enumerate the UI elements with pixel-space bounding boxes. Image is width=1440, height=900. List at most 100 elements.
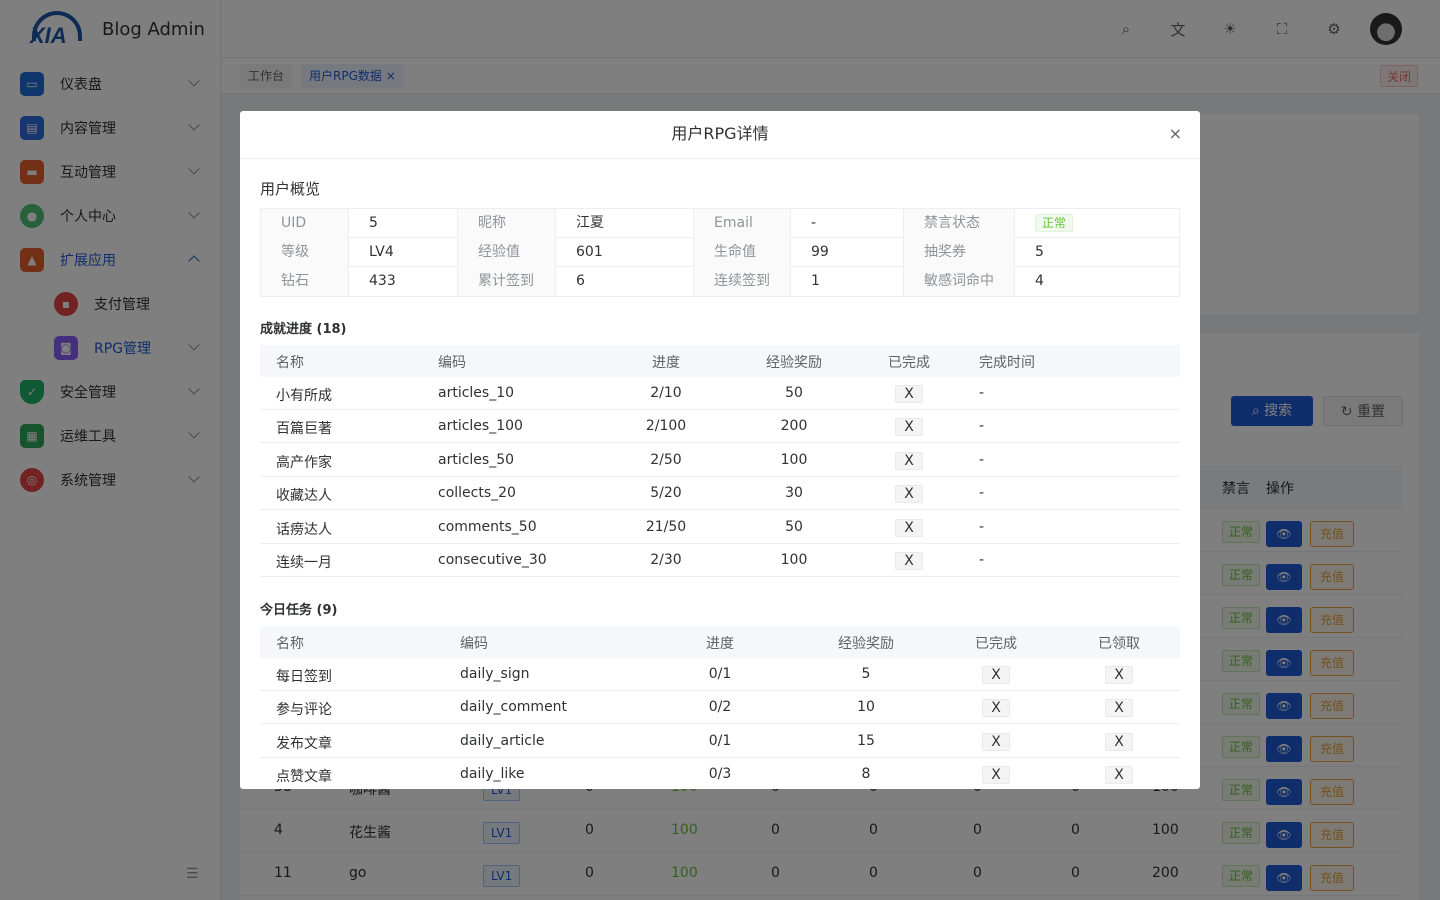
- cell-time: -: [979, 518, 985, 535]
- completed-badge: X: [982, 699, 1010, 718]
- cell-time: -: [979, 451, 985, 468]
- desc-value: 正常: [1015, 209, 1179, 238]
- column-header: 进度: [706, 636, 734, 652]
- table-row[interactable]: 发布文章 daily_article 0/1 15 X X: [260, 725, 1180, 758]
- table-row[interactable]: 点赞文章 daily_like 0/3 8 X X: [260, 758, 1180, 789]
- cell-code: articles_10: [438, 385, 515, 401]
- desc-value: 6: [556, 267, 694, 296]
- table-row[interactable]: 小有所成 articles_10 2/10 50 X -: [260, 377, 1180, 410]
- desc-label: 钻石: [261, 267, 349, 296]
- column-header: 已领取: [1098, 636, 1140, 652]
- cell-progress: 5/20: [650, 485, 682, 502]
- cell-exp: 30: [785, 485, 803, 502]
- table-row[interactable]: 每日签到 daily_sign 0/1 5 X X: [260, 658, 1180, 691]
- completed-badge: X: [982, 666, 1010, 684]
- cell-code: daily_sign: [460, 666, 530, 682]
- cell-progress: 2/10: [650, 385, 682, 401]
- cell-exp: 100: [780, 451, 808, 468]
- cell-code: articles_50: [438, 451, 515, 468]
- desc-label: 经验值: [458, 238, 556, 267]
- rpg-detail-dialog: 用户RPG详情 × 用户概览 UID 5 昵称 江夏 Email - 禁言状态 …: [240, 111, 1200, 789]
- desc-label: 抽奖券: [904, 238, 1015, 267]
- dialog-header: 用户RPG详情 ×: [240, 111, 1200, 159]
- cell-time: -: [979, 552, 985, 568]
- cell-name: 收藏达人: [276, 488, 332, 505]
- cell-progress: 2/50: [650, 451, 682, 468]
- cell-exp: 10: [857, 699, 875, 716]
- table-row[interactable]: 收藏达人 collects_20 5/20 30 X -: [260, 477, 1180, 511]
- cell-exp: 50: [785, 518, 803, 535]
- cell-name: 百篇巨著: [276, 421, 332, 438]
- cell-progress: 21/50: [645, 518, 687, 535]
- desc-label: 连续签到: [694, 267, 791, 296]
- cell-progress: 0/1: [708, 666, 732, 682]
- close-icon[interactable]: ×: [1169, 111, 1182, 157]
- overview-title: 用户概览: [260, 180, 321, 198]
- desc-value: 江夏: [556, 209, 694, 238]
- cell-time: -: [979, 485, 985, 502]
- desc-label: 禁言状态: [904, 209, 1015, 238]
- column-header: 完成时间: [979, 355, 1035, 371]
- column-header: 经验奖励: [838, 636, 894, 652]
- column-header: 已完成: [888, 355, 930, 371]
- cell-code: consecutive_30: [438, 552, 547, 568]
- completed-badge: X: [895, 552, 923, 570]
- cell-exp: 200: [780, 418, 808, 435]
- cell-time: -: [979, 385, 985, 401]
- column-header: 编码: [438, 355, 466, 371]
- desc-label: 敏感词命中: [904, 267, 1015, 296]
- desc-label: 昵称: [458, 209, 556, 238]
- cell-progress: 2/30: [650, 552, 682, 568]
- cell-name: 发布文章: [276, 735, 332, 752]
- completed-badge: X: [982, 766, 1010, 785]
- table-row[interactable]: 话痨达人 comments_50 21/50 50 X -: [260, 511, 1180, 544]
- claimed-badge: X: [1105, 699, 1133, 718]
- completed-badge: X: [982, 732, 1010, 751]
- cell-code: comments_50: [438, 518, 537, 535]
- cell-exp: 8: [861, 766, 871, 783]
- desc-value: 433: [349, 267, 458, 296]
- cell-name: 点赞文章: [276, 769, 332, 786]
- cell-time: -: [979, 418, 985, 435]
- desc-value: 5: [349, 209, 458, 238]
- cell-code: daily_article: [460, 732, 545, 749]
- desc-label: UID: [261, 209, 349, 238]
- overview-descriptions: UID 5 昵称 江夏 Email - 禁言状态 正常 等级 LV4 经验值 6…: [260, 208, 1180, 297]
- claimed-badge: X: [1105, 766, 1133, 785]
- column-header: 进度: [652, 355, 680, 371]
- cell-name: 高产作家: [276, 454, 332, 471]
- claimed-badge: X: [1105, 732, 1133, 751]
- column-header: 已完成: [975, 636, 1017, 652]
- desc-value: 4: [1035, 273, 1044, 289]
- desc-value: 5: [1035, 244, 1044, 260]
- desc-label: 等级: [261, 238, 349, 267]
- cell-code: daily_comment: [460, 699, 568, 716]
- cell-progress: 0/3: [708, 766, 732, 783]
- table-row[interactable]: 高产作家 articles_50 2/50 100 X -: [260, 444, 1180, 477]
- status-badge: 正常: [1035, 214, 1074, 232]
- table-row[interactable]: 参与评论 daily_comment 0/2 10 X X: [260, 691, 1180, 725]
- column-header: 名称: [276, 636, 304, 652]
- cell-code: articles_100: [438, 418, 523, 435]
- cell-name: 话痨达人: [276, 521, 332, 538]
- desc-row: 等级 LV4 经验值 601 生命值 99 抽奖券 5: [261, 238, 1179, 267]
- achievements-title: 成就进度 (18): [260, 322, 347, 337]
- cell-exp: 50: [785, 385, 803, 401]
- table-header: 名称 编码 进度 经验奖励 已完成 已领取: [260, 626, 1180, 658]
- desc-row: 钻石 433 累计签到 6 连续签到 1 敏感词命中 4: [261, 267, 1179, 296]
- desc-label: 生命值: [694, 238, 791, 267]
- column-header: 名称: [276, 355, 304, 371]
- cell-name: 每日签到: [276, 669, 332, 685]
- dialog-title: 用户RPG详情: [671, 124, 769, 143]
- cell-name: 小有所成: [276, 388, 332, 404]
- completed-badge: X: [895, 385, 923, 403]
- tasks-title: 今日任务 (9): [260, 603, 338, 618]
- completed-badge: X: [895, 485, 923, 504]
- table-row[interactable]: 连续一月 consecutive_30 2/30 100 X -: [260, 544, 1180, 577]
- cell-name: 参与评论: [276, 702, 332, 719]
- cell-name: 连续一月: [276, 555, 332, 571]
- column-header: 经验奖励: [766, 355, 822, 371]
- table-row[interactable]: 百篇巨著 articles_100 2/100 200 X -: [260, 410, 1180, 444]
- cell-progress: 0/2: [708, 699, 732, 716]
- cell-code: collects_20: [438, 485, 516, 502]
